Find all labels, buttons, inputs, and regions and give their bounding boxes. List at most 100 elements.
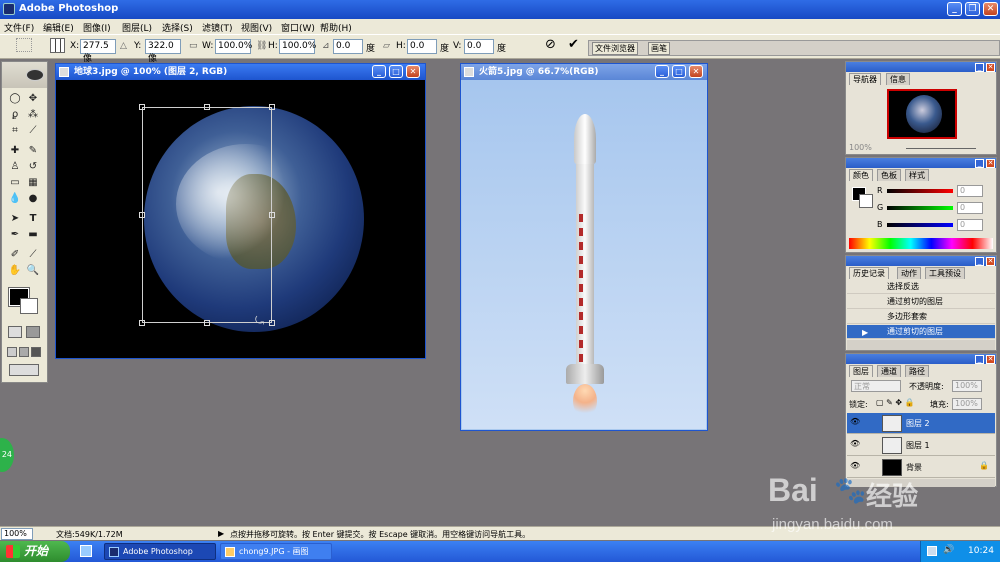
history-minimize-button[interactable]: _ <box>975 257 984 266</box>
move-tool-icon[interactable]: ✥ <box>26 92 40 106</box>
lasso-tool-icon[interactable]: ϼ <box>8 108 22 122</box>
navigator-minimize-button[interactable]: _ <box>975 63 984 72</box>
taskbar-item-paint[interactable]: chong9.JPG - 画图 <box>220 543 332 560</box>
tray-clock[interactable]: 10:24 <box>968 546 994 556</box>
b-slider[interactable] <box>887 223 953 227</box>
app-minimize-button[interactable]: _ <box>947 2 962 16</box>
transform-handle-bm[interactable] <box>204 320 210 326</box>
menu-select[interactable]: 选择(S) <box>162 21 193 34</box>
eyedropper-tool-icon[interactable]: ⟋ <box>26 248 40 262</box>
layers-minimize-button[interactable]: _ <box>975 355 984 364</box>
menu-help[interactable]: 帮助(H) <box>320 21 352 34</box>
layer-row[interactable]: 👁 图层 1 <box>847 435 995 456</box>
tray-volume-icon[interactable]: 🔊 <box>943 545 954 555</box>
quickmask-mode-icon[interactable] <box>26 326 40 338</box>
link-icon[interactable]: ⛓ <box>256 41 267 51</box>
background-color-swatch[interactable] <box>20 298 38 314</box>
screen-mode-standard-icon[interactable] <box>7 347 17 357</box>
x-field[interactable]: 277.5 像 <box>80 39 116 64</box>
transform-handle-tr[interactable] <box>269 104 275 110</box>
history-close-button[interactable]: ✕ <box>986 257 995 266</box>
history-item[interactable]: 选择反选 <box>847 280 995 294</box>
cancel-transform-icon[interactable]: ⊘ <box>545 38 556 52</box>
color-minimize-button[interactable]: _ <box>975 159 984 168</box>
layer-visibility-eye-icon[interactable]: 👁 <box>850 461 860 470</box>
file-browser-tab[interactable]: 文件浏览器 <box>592 42 638 55</box>
path-selection-tool-icon[interactable]: ➤ <box>8 212 22 226</box>
healing-brush-tool-icon[interactable]: ✚ <box>8 144 22 158</box>
magic-wand-tool-icon[interactable]: ⁂ <box>26 108 40 122</box>
hskew-field[interactable]: 0.0 <box>407 39 437 54</box>
y-field[interactable]: 322.0 像 <box>145 39 181 64</box>
h-field[interactable]: 100.0% <box>279 39 316 54</box>
document-window-earth[interactable]: 地球3.jpg @ 100% (图层 2, RGB) _ □ ✕ ⤿ <box>55 63 426 359</box>
jump-to-imageready-icon[interactable] <box>9 364 39 376</box>
stamp-tool-icon[interactable]: ♙ <box>8 160 22 174</box>
transform-handle-mr[interactable] <box>269 212 275 218</box>
gradient-tool-icon[interactable]: ▦ <box>26 176 40 190</box>
blend-mode-select[interactable]: 正常 <box>851 380 901 392</box>
b-field[interactable]: 0 <box>957 219 983 231</box>
menu-window[interactable]: 窗口(W) <box>281 21 315 34</box>
shape-tool-icon[interactable]: ▬ <box>26 228 40 242</box>
screen-mode-menu-icon[interactable] <box>19 347 29 357</box>
tab-actions[interactable]: 动作 <box>897 267 921 279</box>
transform-handle-tl[interactable] <box>139 104 145 110</box>
document-earth-titlebar[interactable]: 地球3.jpg @ 100% (图层 2, RGB) <box>56 64 425 80</box>
opacity-field[interactable]: 100% <box>952 380 982 392</box>
doc-rocket-minimize-button[interactable]: _ <box>655 65 669 78</box>
tab-info[interactable]: 信息 <box>886 73 910 85</box>
screen-mode-full-icon[interactable] <box>31 347 41 357</box>
w-field[interactable]: 100.0% <box>215 39 252 54</box>
document-window-rocket[interactable]: 火箭5.jpg @ 66.7%(RGB) _ □ ✕ <box>460 63 708 431</box>
r-slider[interactable] <box>887 189 953 193</box>
navigator-close-button[interactable]: ✕ <box>986 63 995 72</box>
brush-tool-icon[interactable]: ✎ <box>26 144 40 158</box>
history-item-selected[interactable]: 通过剪切的图层 <box>847 325 995 339</box>
layer-visibility-eye-icon[interactable]: 👁 <box>850 439 860 448</box>
notes-tool-icon[interactable]: ✐ <box>8 248 22 262</box>
doc-rocket-close-button[interactable]: ✕ <box>689 65 703 78</box>
status-zoom-field[interactable]: 100% <box>1 528 33 540</box>
reference-point-icon[interactable] <box>50 38 65 53</box>
history-item[interactable]: 通过剪切的图层 <box>847 295 995 309</box>
r-field[interactable]: 0 <box>957 185 983 197</box>
layer-visibility-eye-icon[interactable]: 👁 <box>850 417 860 426</box>
document-rocket-titlebar[interactable]: 火箭5.jpg @ 66.7%(RGB) <box>461 64 707 80</box>
doc-earth-maximize-button[interactable]: □ <box>389 65 403 78</box>
doc-rocket-maximize-button[interactable]: □ <box>672 65 686 78</box>
navigator-zoom-slider[interactable] <box>906 148 976 149</box>
dodge-tool-icon[interactable]: ● <box>26 192 40 206</box>
tab-navigator[interactable]: 导航器 <box>849 73 881 85</box>
color-background-swatch[interactable] <box>859 194 873 208</box>
status-arrow-icon[interactable]: ▶ <box>218 529 224 538</box>
tool-preset-icon[interactable] <box>16 38 32 52</box>
tab-history[interactable]: 历史记录 <box>849 267 889 279</box>
lock-icons[interactable]: ▢ ✎ ✥ 🔒 <box>876 398 915 407</box>
crop-tool-icon[interactable]: ⌗ <box>8 124 22 138</box>
tab-tool-presets[interactable]: 工具预设 <box>925 267 965 279</box>
transform-handle-tm[interactable] <box>204 104 210 110</box>
type-tool-icon[interactable]: T <box>26 212 40 226</box>
tab-channels[interactable]: 通道 <box>877 365 901 377</box>
pen-tool-icon[interactable]: ✒ <box>8 228 22 242</box>
green-badge[interactable]: 24 <box>0 438 14 472</box>
zoom-tool-icon[interactable]: 🔍 <box>26 264 40 278</box>
g-slider[interactable] <box>887 206 953 210</box>
history-item[interactable]: 多边形套索 <box>847 310 995 324</box>
slice-tool-icon[interactable]: ⟋ <box>26 124 40 138</box>
g-field[interactable]: 0 <box>957 202 983 214</box>
doc-earth-close-button[interactable]: ✕ <box>406 65 420 78</box>
tab-color[interactable]: 颜色 <box>849 169 873 181</box>
marquee-tool-icon[interactable]: ◯ <box>8 92 22 106</box>
photoshop-eye-icon[interactable] <box>26 69 44 81</box>
tab-paths[interactable]: 路径 <box>905 365 929 377</box>
history-brush-tool-icon[interactable]: ↺ <box>26 160 40 174</box>
start-button[interactable]: 开始 <box>0 541 70 562</box>
standard-mode-icon[interactable] <box>8 326 22 338</box>
navigator-zoom-value[interactable]: 100% <box>849 143 872 152</box>
tab-styles[interactable]: 样式 <box>905 169 929 181</box>
menu-image[interactable]: 图像(I) <box>83 21 111 34</box>
menu-edit[interactable]: 编辑(E) <box>43 21 74 34</box>
app-close-button[interactable]: ✕ <box>983 2 998 16</box>
